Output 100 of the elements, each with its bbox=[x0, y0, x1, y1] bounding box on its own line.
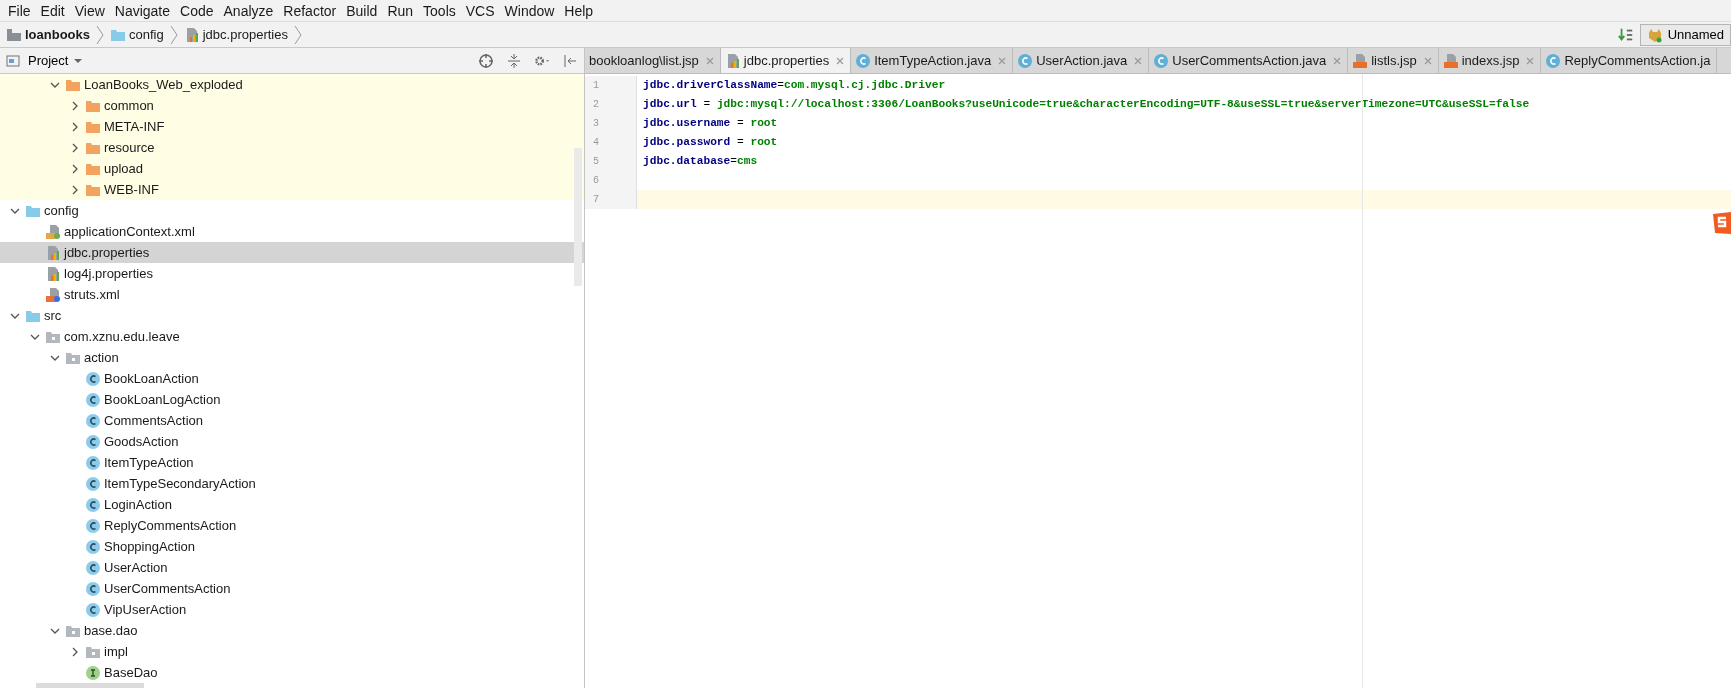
tree-label: src bbox=[44, 308, 62, 323]
line-number: 4 bbox=[585, 133, 637, 152]
chevron-icon[interactable] bbox=[70, 100, 80, 111]
tree-row[interactable]: struts.xml bbox=[0, 284, 584, 305]
menu-item[interactable]: Refactor bbox=[278, 2, 342, 19]
menu-item[interactable]: Build bbox=[341, 2, 383, 19]
tree-row[interactable]: config bbox=[0, 200, 584, 221]
tree-row[interactable]: BookLoanLogAction bbox=[0, 389, 584, 410]
tree-row[interactable]: META-INF bbox=[0, 116, 584, 137]
tree-label: BookLoanAction bbox=[104, 371, 199, 386]
tree-row[interactable]: VipUserAction bbox=[0, 599, 584, 620]
property-value: jdbc:mysql://localhost:3306/LoanBooks?useUnicode=true&characterEncoding=UTF-8&useSSL=true&serverTimezone=UTC&useSSL=false bbox=[716, 98, 1530, 110]
tree-row[interactable]: WEB-INF bbox=[0, 179, 584, 200]
tree-row[interactable]: UserAction bbox=[0, 557, 584, 578]
tree-label: META-INF bbox=[104, 119, 165, 134]
tree-row[interactable]: LoanBooks_Web_exploded bbox=[0, 74, 584, 95]
tree-row[interactable]: applicationContext.xml bbox=[0, 221, 584, 242]
chevron-icon bbox=[96, 24, 104, 45]
tree-row[interactable]: BaseDao bbox=[0, 662, 584, 683]
tree-row[interactable]: BookLoanAction bbox=[0, 368, 584, 389]
tree-row[interactable]: ItemTypeAction bbox=[0, 452, 584, 473]
class-icon bbox=[85, 601, 101, 618]
menu-item[interactable]: View bbox=[69, 2, 110, 19]
tree-row[interactable]: base.dao bbox=[0, 620, 584, 641]
class-icon bbox=[1545, 52, 1562, 69]
project-view-dropdown[interactable]: Project bbox=[28, 53, 69, 68]
tree-row[interactable]: action bbox=[0, 347, 584, 368]
property-value: cms bbox=[737, 155, 758, 167]
class-icon bbox=[85, 370, 101, 387]
menu-item[interactable]: Code bbox=[175, 2, 219, 19]
tree-row[interactable]: upload bbox=[0, 158, 584, 179]
class-icon bbox=[85, 433, 101, 450]
tree-row[interactable]: common bbox=[0, 95, 584, 116]
tree-row[interactable]: com.xznu.edu.leave bbox=[0, 326, 584, 347]
tree-label: jdbc.properties bbox=[64, 245, 150, 260]
class-icon bbox=[85, 391, 101, 408]
menu-item[interactable]: Navigate bbox=[109, 2, 176, 19]
tree-row[interactable]: ShoppingAction bbox=[0, 536, 584, 557]
class-icon bbox=[85, 538, 101, 555]
xml-file-icon bbox=[45, 223, 61, 240]
xml-file-icon bbox=[45, 286, 61, 303]
editor-tab[interactable]: UserAction.java bbox=[1013, 48, 1150, 73]
menu-item[interactable]: VCS bbox=[460, 2, 500, 19]
chevron-icon[interactable] bbox=[70, 142, 80, 153]
tree-row[interactable]: impl bbox=[0, 641, 584, 662]
collapse-icon[interactable] bbox=[506, 52, 522, 69]
hide-panel-icon[interactable] bbox=[562, 52, 578, 69]
tree-label: VipUserAction bbox=[104, 602, 187, 617]
menu-item[interactable]: File bbox=[3, 2, 36, 19]
editor-tab[interactable]: ItemTypeAction.java bbox=[851, 48, 1014, 73]
tree-row[interactable]: log4j.properties bbox=[0, 263, 584, 284]
chevron-icon bbox=[294, 24, 302, 45]
tree-row[interactable]: src bbox=[0, 305, 584, 326]
project-icon bbox=[6, 52, 22, 69]
tree-row[interactable]: GoodsAction bbox=[0, 431, 584, 452]
property-key: jdbc.database bbox=[643, 155, 731, 167]
menu-item[interactable]: Edit bbox=[35, 2, 70, 19]
run-configuration-button[interactable]: Unnamed bbox=[1639, 23, 1731, 46]
breadcrumb[interactable]: loanbooks bbox=[25, 27, 90, 42]
menu-item[interactable]: Tools bbox=[418, 2, 461, 19]
class-icon bbox=[85, 559, 101, 576]
class-icon bbox=[1017, 52, 1034, 69]
tree-label: applicationContext.xml bbox=[64, 224, 195, 239]
tree-label: ItemTypeAction bbox=[104, 455, 194, 470]
tree-label: log4j.properties bbox=[64, 266, 153, 281]
editor-tab[interactable]: bookloanlog\list.jsp bbox=[585, 48, 721, 73]
tree-row[interactable]: LoginAction bbox=[0, 494, 584, 515]
breadcrumb[interactable]: config bbox=[129, 27, 164, 42]
property-key: jdbc.password bbox=[643, 136, 731, 148]
tree-label: ReplyCommentsAction bbox=[104, 518, 237, 533]
tree-label: LoanBooks_Web_exploded bbox=[84, 77, 243, 92]
chevron-icon[interactable] bbox=[70, 646, 80, 657]
tree-row[interactable]: ItemTypeSecondaryAction bbox=[0, 473, 584, 494]
menu-item[interactable]: Run bbox=[382, 2, 419, 19]
tree-row[interactable]: CommentsAction bbox=[0, 410, 584, 431]
menu-item[interactable]: Analyze bbox=[218, 2, 279, 19]
class-icon bbox=[85, 517, 101, 534]
chevron-icon[interactable] bbox=[70, 184, 80, 195]
tree-label: BookLoanLogAction bbox=[104, 392, 221, 407]
tree-row[interactable]: resource bbox=[0, 137, 584, 158]
editor-tab[interactable]: indexs.jsp bbox=[1438, 48, 1542, 73]
properties-file-icon bbox=[45, 265, 61, 282]
editor-tab[interactable]: ReplyCommentsAction.ja bbox=[1541, 48, 1718, 73]
close-icon[interactable] bbox=[836, 56, 845, 65]
chevron-icon[interactable] bbox=[70, 163, 80, 174]
breadcrumb[interactable]: jdbc.properties bbox=[202, 27, 288, 42]
editor-tab[interactable]: UserCommentsAction.java bbox=[1149, 48, 1349, 73]
tree-row[interactable]: jdbc.properties bbox=[0, 242, 584, 263]
menu-item[interactable]: Help bbox=[559, 2, 599, 19]
menu-item[interactable]: Window bbox=[499, 2, 560, 19]
property-key: jdbc.driverClassName bbox=[643, 79, 778, 91]
crosshair-icon[interactable] bbox=[478, 52, 494, 69]
scrollbar[interactable] bbox=[574, 148, 582, 286]
tree-row[interactable]: UserCommentsAction bbox=[0, 578, 584, 599]
line-number: 6 bbox=[585, 171, 637, 190]
scrollbar[interactable] bbox=[36, 683, 144, 688]
editor-tab[interactable]: jdbc.properties bbox=[720, 48, 852, 73]
chevron-icon[interactable] bbox=[70, 121, 80, 132]
tree-row[interactable]: ReplyCommentsAction bbox=[0, 515, 584, 536]
editor-tab[interactable]: listls.jsp bbox=[1348, 48, 1439, 73]
